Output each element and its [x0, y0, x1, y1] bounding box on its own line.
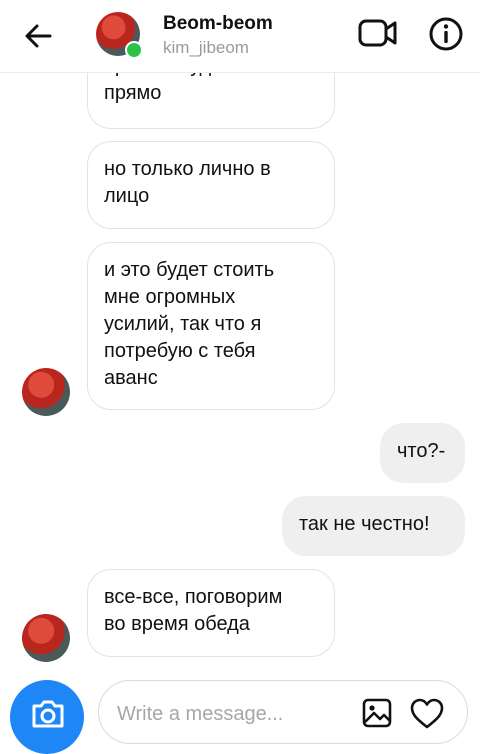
camera-button[interactable] [10, 680, 84, 754]
message-bubble-received: и это будет стоить мне огромных усилий, … [87, 242, 335, 410]
heart-icon[interactable] [410, 698, 444, 730]
camera-icon [32, 700, 64, 728]
sender-avatar[interactable] [22, 368, 70, 416]
back-arrow-icon[interactable] [22, 20, 54, 52]
online-status-dot [125, 41, 143, 59]
info-icon[interactable] [428, 16, 464, 52]
chat-username: kim_jibeom [163, 38, 249, 57]
message-bubble-sent: что?- [380, 423, 465, 483]
message-bubble-received: все-все, поговорим во время обеда [87, 569, 335, 657]
sender-avatar[interactable] [22, 614, 70, 662]
message-bubble-received: но только лично в лицо [87, 141, 335, 229]
chat-header: Beom-beom kim_jibeom [0, 0, 480, 73]
video-call-icon[interactable] [358, 16, 398, 50]
gallery-icon[interactable] [362, 698, 392, 728]
chat-title[interactable]: Beom-beom [163, 13, 273, 35]
message-bubble-sent: так не честно! [282, 496, 465, 556]
message-input-placeholder[interactable]: Write a message... [117, 703, 283, 726]
